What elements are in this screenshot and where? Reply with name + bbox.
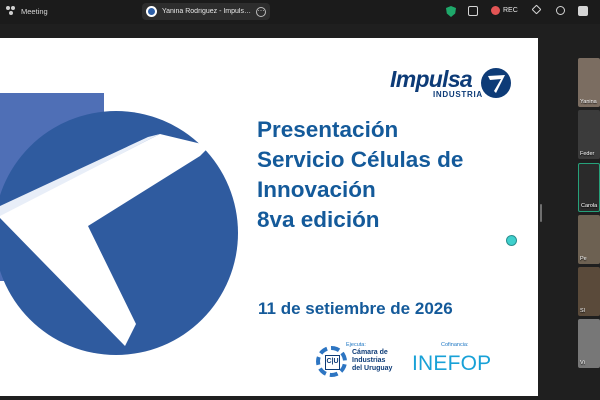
window-topbar: Meeting Yanina Rodriguez - Impulsa Ind..… xyxy=(0,0,600,24)
slide-date: 11 de setiembre de 2026 xyxy=(258,299,453,318)
title-line: Servicio Células de xyxy=(257,147,464,172)
ejecuta-label: Ejecuta: xyxy=(346,342,366,348)
title-line: Presentación xyxy=(257,117,399,142)
slide-scroll-handle[interactable] xyxy=(540,204,542,222)
people-icon xyxy=(6,6,16,16)
camara-line: Cámara de xyxy=(352,349,388,356)
record-button[interactable]: REC xyxy=(491,6,518,15)
participant-name: Yanina xyxy=(580,99,597,105)
wand-icon[interactable] xyxy=(531,4,542,15)
brand-name: Impulsa xyxy=(390,66,473,92)
avatar xyxy=(146,6,157,17)
presentation-slide: Impulsa INDUSTRIA Presentación Servicio … xyxy=(0,38,538,396)
participant-tile[interactable]: Vi xyxy=(578,319,600,368)
more-icon[interactable]: ⋯ xyxy=(256,6,266,17)
magic-icon[interactable] xyxy=(556,6,565,15)
layout-icon[interactable] xyxy=(578,6,588,16)
title-line: Innovación xyxy=(257,177,376,202)
participant-tile[interactable]: Yanina xyxy=(578,58,600,107)
record-label: REC xyxy=(503,7,518,14)
camara-line: del Uruguay xyxy=(352,365,393,372)
ciu-logo: C|U xyxy=(316,346,347,377)
participant-name: Pe xyxy=(580,256,587,262)
participant-name: Feder xyxy=(580,151,595,157)
active-tab[interactable]: Yanina Rodriguez - Impulsa Ind... ⋯ xyxy=(142,3,270,20)
participant-name: Carola xyxy=(581,203,598,209)
participant-name: Vi xyxy=(580,360,585,366)
expand-icon[interactable] xyxy=(468,6,478,16)
record-icon xyxy=(491,6,500,15)
meeting-tab[interactable]: Meeting xyxy=(6,6,48,16)
impulsa-logo: Impulsa INDUSTRIA xyxy=(390,66,515,102)
camara-logo-text: Cámara de Industrias del Uruguay xyxy=(352,349,392,373)
slide-title: Presentación Servicio Células de Innovac… xyxy=(257,115,463,235)
participant-tile[interactable]: Pe xyxy=(578,215,600,264)
inefop-logo: INEFOP xyxy=(412,352,492,375)
cofinancia-label: Cofinancia: xyxy=(441,342,469,348)
slide-footer: Ejecuta: C|U Cámara de Industrias del Ur… xyxy=(316,338,506,378)
meeting-label: Meeting xyxy=(21,6,48,16)
title-line: 8va edición xyxy=(257,207,380,232)
participant-tile[interactable]: Feder xyxy=(578,110,600,159)
camara-line: Industrias xyxy=(352,357,386,364)
participant-tile[interactable]: Sl xyxy=(578,267,600,316)
participant-tile[interactable]: Carola xyxy=(578,163,600,212)
shield-icon[interactable] xyxy=(446,6,456,17)
pointer-icon xyxy=(506,235,517,246)
tab-title: Yanina Rodriguez - Impulsa Ind... xyxy=(162,8,251,15)
participant-strip: Yanina Feder Carola Pe Sl Vi xyxy=(578,58,600,372)
participant-name: Sl xyxy=(580,308,585,314)
brand-logo-mark xyxy=(481,68,511,98)
brand-subtitle: INDUSTRIA xyxy=(433,90,483,99)
ciu-text: C|U xyxy=(325,355,340,370)
